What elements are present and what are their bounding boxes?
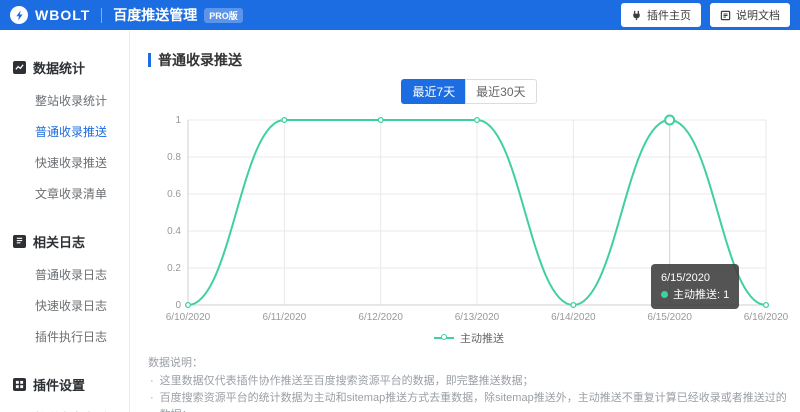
sidebar-group-settings: 插件设置 推送文章类型 普通收录推送 快速收录推送 百度收录查询 — [0, 369, 129, 412]
legend-line-marker-icon — [434, 337, 454, 339]
svg-text:6/11/2020: 6/11/2020 — [262, 312, 306, 323]
svg-text:6/13/2020: 6/13/2020 — [455, 312, 500, 323]
sidebar-group-stats: 数据统计 整站收录统计 普通收录推送 快速收录推送 文章收录清单 — [0, 52, 129, 209]
series-dot-icon — [661, 291, 668, 298]
sidebar-item-push-article-type[interactable]: 推送文章类型 — [0, 402, 129, 412]
date-range-tabs: 最近7天 最近30天 — [148, 79, 790, 104]
data-notes: 数据说明： 这里数据仅代表插件协作推送至百度搜索资源平台的数据，即完整推送数据；… — [148, 355, 790, 412]
sidebar-group-settings-header: 插件设置 — [0, 369, 129, 402]
section-title-text: 普通收录推送 — [158, 50, 242, 70]
sidebar-item-fast-log[interactable]: 快速收录日志 — [0, 290, 129, 321]
title-accent-bar — [148, 53, 151, 67]
svg-text:0.2: 0.2 — [167, 263, 181, 274]
sidebar-group-logs: 相关日志 普通收录日志 快速收录日志 插件执行日志 — [0, 226, 129, 352]
svg-text:0.8: 0.8 — [167, 152, 181, 163]
sidebar-item-site-index-stats[interactable]: 整站收录统计 — [0, 85, 129, 116]
plugin-home-button[interactable]: 插件主页 — [621, 3, 701, 27]
tab-last-30-days[interactable]: 最近30天 — [465, 79, 536, 104]
svg-text:1: 1 — [175, 115, 181, 126]
chart-tooltip: 6/15/2020 主动推送: 1 — [651, 264, 739, 309]
tooltip-value: 主动推送: 1 — [673, 289, 729, 301]
sidebar-group-title: 数据统计 — [33, 58, 85, 77]
tooltip-value-row: 主动推送: 1 — [661, 287, 729, 304]
plugin-home-label: 插件主页 — [647, 7, 691, 23]
push-chart[interactable]: 6/10/2020 6/11/2020 6/12/2020 6/13/2020 6/14… — [148, 112, 790, 346]
section-title: 普通收录推送 — [148, 50, 790, 70]
legend-label: 主动推送 — [460, 330, 504, 346]
sidebar-group-logs-header: 相关日志 — [0, 226, 129, 259]
svg-text:0.6: 0.6 — [167, 189, 181, 200]
settings-grid-icon — [13, 378, 26, 391]
docs-label: 说明文档 — [736, 7, 780, 23]
chart-stats-icon — [13, 61, 26, 74]
tab-last-7-days[interactable]: 最近7天 — [401, 79, 465, 104]
sidebar-item-plugin-exec-log[interactable]: 插件执行日志 — [0, 321, 129, 352]
sidebar: 数据统计 整站收录统计 普通收录推送 快速收录推送 文章收录清单 相关日志 普通… — [0, 30, 130, 412]
sidebar-group-title: 插件设置 — [33, 375, 85, 394]
sidebar-item-normal-push[interactable]: 普通收录推送 — [0, 116, 129, 147]
svg-text:0.4: 0.4 — [167, 226, 181, 237]
legend-item-active-push[interactable]: 主动推送 — [148, 330, 790, 346]
note-line: 这里数据仅代表插件协作推送至百度搜索资源平台的数据，即完整推送数据； — [148, 373, 790, 390]
log-file-icon — [13, 235, 26, 248]
sidebar-group-stats-header: 数据统计 — [0, 52, 129, 85]
svg-text:0: 0 — [175, 300, 181, 311]
document-icon — [720, 10, 731, 21]
sidebar-item-fast-push[interactable]: 快速收录推送 — [0, 147, 129, 178]
wbolt-logo-icon — [10, 6, 28, 24]
sidebar-group-title: 相关日志 — [33, 232, 85, 251]
notes-title: 数据说明： — [148, 355, 790, 372]
top-header: WBOLT 百度推送管理 PRO版 插件主页 说明文档 — [0, 0, 800, 30]
sidebar-item-article-list[interactable]: 文章收录清单 — [0, 178, 129, 209]
pro-version-badge: PRO版 — [204, 8, 243, 23]
page-title: 百度推送管理 — [113, 5, 197, 25]
svg-text:6/14/2020: 6/14/2020 — [551, 312, 596, 323]
svg-text:6/12/2020: 6/12/2020 — [358, 312, 403, 323]
tooltip-date: 6/15/2020 — [661, 270, 729, 287]
sidebar-item-normal-log[interactable]: 普通收录日志 — [0, 259, 129, 290]
svg-text:6/15/2020: 6/15/2020 — [647, 312, 692, 323]
plug-icon — [631, 10, 642, 21]
svg-text:6/10/2020: 6/10/2020 — [166, 312, 211, 323]
main-content: 普通收录推送 最近7天 最近30天 6/10/2020 6/11/2020 6/12… — [130, 30, 800, 412]
brand-name: WBOLT — [35, 7, 90, 23]
docs-button[interactable]: 说明文档 — [710, 3, 790, 27]
note-line: 百度搜索资源平台的统计数据为主动和sitemap推送方式去重数据，除sitema… — [148, 390, 790, 412]
header-divider — [101, 8, 102, 23]
svg-text:6/16/2020: 6/16/2020 — [744, 312, 789, 323]
